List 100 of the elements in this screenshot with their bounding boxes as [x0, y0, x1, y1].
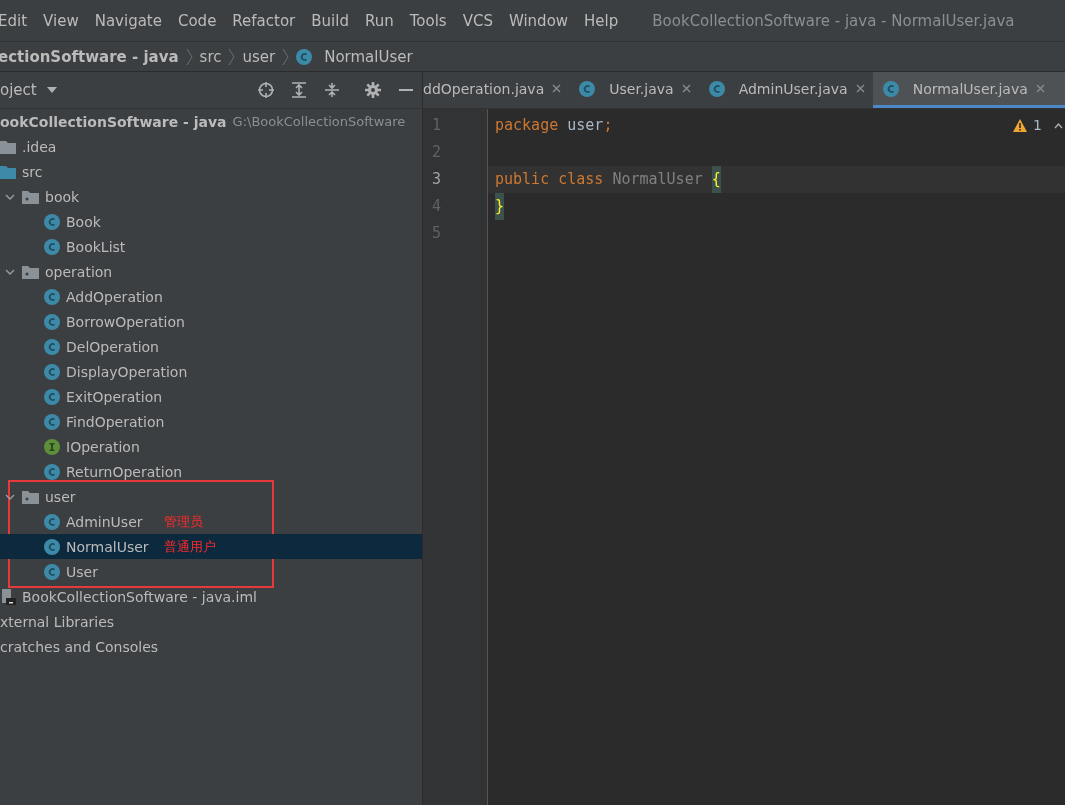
class-icon	[44, 363, 60, 380]
tree-row[interactable]: .idea	[0, 134, 422, 159]
project-path: G:\BookCollectionSoftware	[232, 114, 406, 129]
class-icon	[44, 463, 60, 480]
tree-item-label: src	[22, 163, 43, 180]
annotation-label: 普通用户	[164, 537, 216, 556]
tab-label: User.java	[609, 80, 674, 97]
breadcrumb-item[interactable]: src	[199, 47, 222, 66]
menu-item[interactable]: Run	[356, 11, 402, 30]
tree-item-label: ReturnOperation	[66, 463, 183, 480]
tree-row[interactable]: DisplayOperation	[0, 359, 422, 384]
tree-row[interactable]: xternal Libraries	[0, 609, 422, 634]
tree-row[interactable]: FindOperation	[0, 409, 422, 434]
menu-item[interactable]: Window	[500, 11, 577, 30]
menu-item[interactable]: Navigate	[86, 11, 170, 30]
code-token: user	[566, 115, 604, 136]
tree-item-label: book	[45, 188, 80, 205]
expand-all-icon[interactable]	[291, 82, 307, 98]
code-token: public class	[495, 169, 604, 190]
close-icon[interactable]	[552, 84, 562, 93]
menu-item[interactable]: Edit	[0, 11, 36, 30]
warning-icon	[1013, 119, 1028, 132]
tree-row[interactable]: BookCollectionSoftware - java.iml	[0, 584, 422, 609]
caret-icon	[46, 87, 57, 93]
tree-item-label: User	[66, 563, 98, 580]
source-folder-icon	[0, 164, 16, 179]
close-icon[interactable]	[855, 84, 865, 93]
tree-item-label: cratches and Consoles	[0, 638, 159, 655]
tab-label: AdminUser.java	[738, 80, 848, 97]
breadcrumb-item[interactable]: user	[242, 47, 276, 66]
class-icon	[44, 563, 60, 580]
tree-row[interactable]: IOperation	[0, 434, 422, 459]
tree-item-label: xternal Libraries	[0, 613, 115, 630]
tree-row[interactable]: AddOperation	[0, 284, 422, 309]
tree-row[interactable]: ExitOperation	[0, 384, 422, 409]
warning-count[interactable]: 1	[1013, 112, 1042, 139]
tree-item-label: DisplayOperation	[66, 363, 188, 380]
class-icon	[296, 48, 313, 65]
tree-row[interactable]: ookCollectionSoftware - java G:\BookCollectionSoftware	[0, 109, 422, 134]
tree-item-label: operation	[45, 263, 113, 280]
collapse-all-icon[interactable]	[324, 82, 340, 98]
tree-row[interactable]: BookList	[0, 234, 422, 259]
package-folder-icon	[22, 489, 39, 504]
editor-tab[interactable]: NormalUser.java	[872, 72, 1065, 108]
editor-tab[interactable]: AdminUser.java	[698, 72, 873, 108]
tree-item-label: BookList	[66, 238, 126, 255]
code-token: ;	[603, 115, 613, 136]
chevron-icon	[185, 47, 193, 66]
code-token: {	[711, 166, 721, 193]
close-icon[interactable]	[681, 84, 691, 93]
tree-item-label: .idea	[22, 138, 57, 155]
tree-row[interactable]: AdminUser 管理员	[0, 509, 422, 534]
class-icon	[44, 338, 60, 355]
tab-label: ddOperation.java	[423, 80, 545, 97]
tree-row[interactable]: User	[0, 559, 422, 584]
tree-row[interactable]: DelOperation	[0, 334, 422, 359]
tab-label: NormalUser.java	[912, 80, 1028, 97]
editor-tab[interactable]: ddOperation.java	[423, 72, 570, 108]
menu-item[interactable]: Build	[303, 11, 357, 30]
menu-item[interactable]: Help	[576, 11, 627, 30]
class-icon	[579, 80, 596, 97]
breadcrumb-item[interactable]: NormalUser	[296, 47, 413, 66]
tree-item-label: DelOperation	[66, 338, 159, 355]
tree-item-label: AddOperation	[66, 288, 163, 305]
menu-item[interactable]: VCS	[454, 11, 501, 30]
tree-row[interactable]: ReturnOperation	[0, 459, 422, 484]
code-token: NormalUser	[611, 169, 704, 190]
line-number: 3	[431, 169, 443, 190]
menu-item[interactable]: Tools	[401, 11, 455, 30]
tree-item-label: BorrowOperation	[66, 313, 185, 330]
tree-row[interactable]: Book	[0, 209, 422, 234]
settings-icon[interactable]	[365, 82, 381, 98]
tree-row[interactable]: src	[0, 159, 422, 184]
locate-icon[interactable]	[258, 82, 274, 98]
tree-item-label: user	[45, 488, 76, 505]
tree-row[interactable]: book	[0, 184, 422, 209]
menu-item[interactable]: Refactor	[224, 11, 304, 30]
tree-row[interactable]: NormalUser 普通用户	[0, 534, 422, 559]
code-token: }	[495, 193, 505, 220]
tree-item-label: ExitOperation	[66, 388, 163, 405]
tree-row[interactable]: cratches and Consoles	[0, 634, 422, 659]
panel-title-dropdown[interactable]: oject	[0, 81, 57, 99]
class-icon	[882, 80, 899, 97]
tree-item-label: AdminUser	[66, 513, 143, 530]
tree-row[interactable]: BorrowOperation	[0, 309, 422, 334]
chevron-icon	[282, 47, 290, 66]
class-icon	[44, 513, 60, 530]
folder-icon	[0, 139, 16, 154]
class-icon	[44, 413, 60, 430]
class-icon	[44, 213, 60, 230]
editor-tab[interactable]: User.java	[569, 72, 699, 108]
menu-item[interactable]: Code	[169, 11, 225, 30]
class-icon	[44, 388, 60, 405]
tree-item-label: NormalUser	[66, 538, 149, 555]
code-token: package	[495, 115, 559, 136]
class-icon	[44, 313, 60, 330]
menu-item[interactable]: View	[35, 11, 87, 30]
tree-row[interactable]: operation	[0, 259, 422, 284]
tree-row[interactable]: user	[0, 484, 422, 509]
interface-icon	[44, 438, 60, 455]
